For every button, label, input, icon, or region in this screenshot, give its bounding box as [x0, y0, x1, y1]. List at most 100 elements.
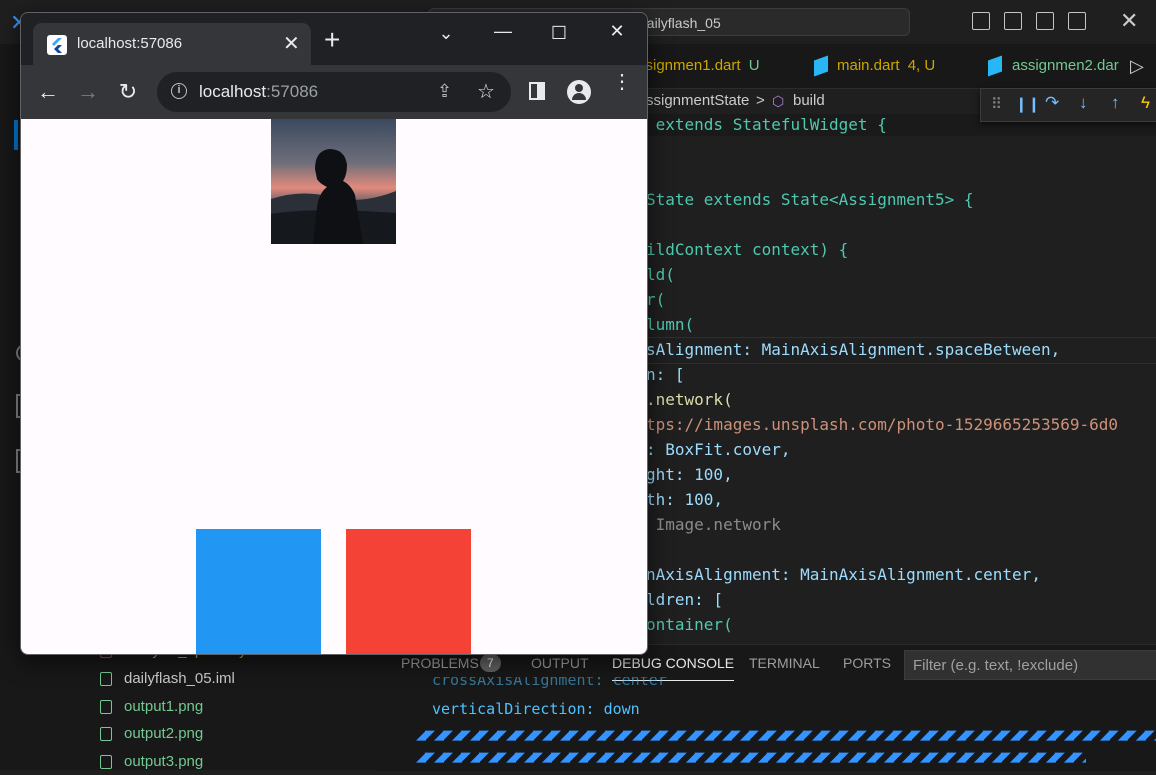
image-file-icon	[100, 755, 112, 770]
file-item-output1[interactable]: output1.png U	[100, 693, 396, 720]
browser-window: localhost:57086 ✕ + ⌄ — ☐ ✕ ← → ↻ i loca…	[20, 12, 648, 655]
editor-tab-main[interactable]: main.dart 4, U	[814, 44, 935, 88]
share-icon[interactable]: ⇪	[437, 81, 452, 102]
code-line: ildContext context) {	[646, 240, 849, 259]
dart-file-icon	[814, 55, 828, 77]
file-name: output2.png	[124, 725, 204, 742]
flutter-app-viewport	[21, 119, 647, 654]
overflow-stripe: ◢◤◢◤◢◤◢◤◢◤◢◤◢◤◢◤◢◤◢◤◢◤◢◤◢◤◢◤◢◤◢◤◢◤◢◤◢◤◢◤…	[416, 727, 1156, 741]
close-window-icon[interactable]: ✕	[597, 21, 637, 42]
tab-strip: localhost:57086 ✕ + ⌄ — ☐ ✕	[21, 13, 647, 65]
code-line: lumn(	[646, 315, 695, 334]
minimize-icon[interactable]: —	[483, 21, 523, 42]
code-editor[interactable]: extends StatefulWidget { State extends St…	[620, 114, 1156, 644]
silhouette-photo	[271, 119, 396, 244]
filter-placeholder: Filter (e.g. text, !exclude)	[913, 657, 1079, 674]
breadcrumb-method[interactable]: build	[793, 92, 825, 109]
code-line: ldren: [	[646, 590, 724, 609]
tab-label: main.dart	[837, 57, 900, 74]
bookmark-star-icon[interactable]: ☆	[477, 79, 495, 104]
side-panel-icon[interactable]	[529, 82, 545, 100]
step-into-icon[interactable]: ↓	[1079, 93, 1088, 113]
tab-label: ssignmen1.dart	[638, 57, 741, 74]
editor-tab-bar: ssignmen1.dart U main.dart 4, U assignme…	[620, 44, 1156, 89]
url-port: :57086	[266, 82, 319, 101]
url-host: localhost	[199, 82, 267, 101]
maximize-icon[interactable]: ☐	[539, 23, 579, 44]
tab-search-chevron-icon[interactable]: ⌄	[426, 23, 466, 44]
drag-handle-icon[interactable]: ⠿	[991, 95, 1002, 113]
kebab-menu-icon[interactable]: ⋮	[612, 72, 632, 92]
browser-toolbar: ← → ↻ i localhost:57086 ⇪ ☆ ⋮	[21, 65, 647, 119]
command-center-text: dailyflash_05	[639, 15, 721, 31]
code-line: th: 100,	[646, 490, 724, 509]
bottom-panel: PROBLEMS 7 OUTPUT DEBUG CONSOLE TERMINAL…	[376, 644, 1156, 771]
red-container	[346, 529, 471, 654]
breadcrumb-separator: >	[756, 92, 765, 109]
file-item-output2[interactable]: output2.png U	[100, 720, 396, 747]
code-line: .network(	[646, 390, 733, 409]
profile-avatar-icon[interactable]	[567, 80, 591, 104]
overflow-stripe: ◢◤◢◤◢◤◢◤◢◤◢◤◢◤◢◤◢◤◢◤◢◤◢◤◢◤◢◤◢◤◢◤◢◤◢◤◢◤◢◤…	[416, 749, 1086, 763]
blue-container	[196, 529, 321, 654]
panel-tab-problems[interactable]: PROBLEMS	[401, 655, 479, 671]
close-tab-icon[interactable]: ✕	[283, 23, 300, 65]
problems-count-badge: 7	[480, 654, 501, 672]
toggle-panel-icon[interactable]	[1004, 12, 1022, 30]
file-item-iml[interactable]: dailyflash_05.iml	[100, 665, 235, 692]
panel-tab-output[interactable]: OUTPUT	[531, 655, 589, 671]
code-line: nAxisAlignment: MainAxisAlignment.center…	[646, 565, 1041, 584]
panel-tab-ports[interactable]: PORTS	[843, 655, 891, 671]
code-line: extends StatefulWidget {	[646, 115, 887, 134]
network-image	[271, 119, 396, 244]
code-line: ght: 100,	[646, 465, 733, 484]
browser-tab-title: localhost:57086	[77, 35, 183, 52]
image-file-icon	[100, 727, 112, 742]
code-line: sAlignment: MainAxisAlignment.spaceBetwe…	[646, 340, 1061, 359]
toggle-primary-sidebar-icon[interactable]	[972, 12, 990, 30]
tab-badge: U	[748, 57, 760, 74]
step-over-icon[interactable]: ↷	[1045, 93, 1059, 113]
breadcrumb-class[interactable]: ssignmentState	[646, 92, 749, 109]
method-cube-icon: ⬡	[772, 93, 785, 109]
editor-tab-assignmen1[interactable]: ssignmen1.dart U	[638, 44, 760, 88]
dart-file-icon	[988, 55, 1002, 77]
address-bar[interactable]: i localhost:57086 ⇪ ☆	[157, 72, 511, 112]
editor-tab-assignmen2[interactable]: assignmen2.dar	[988, 44, 1119, 88]
tab-label: assignmen2.dar	[1012, 57, 1119, 74]
console-line: crossAxisAlignment: center	[432, 677, 667, 689]
customize-layout-icon[interactable]	[1068, 12, 1086, 30]
back-arrow-icon[interactable]: ←	[33, 79, 63, 105]
info-circle-icon[interactable]: i	[171, 83, 187, 99]
new-tab-icon[interactable]: +	[324, 26, 340, 54]
code-line: n: [	[646, 365, 685, 384]
browser-tab-active[interactable]: localhost:57086 ✕	[33, 23, 311, 65]
code-line: r(	[646, 290, 666, 309]
run-file-icon[interactable]: ▷	[1130, 56, 1144, 77]
file-item-output3[interactable]: output3.png U	[100, 748, 396, 775]
code-line: : BoxFit.cover,	[646, 440, 791, 459]
flutter-favicon-icon	[47, 35, 67, 55]
active-indicator	[14, 120, 18, 150]
code-line: Image.network	[646, 515, 781, 534]
iml-file-icon	[100, 672, 112, 687]
close-window-icon[interactable]: ✕	[1120, 8, 1138, 34]
pause-icon[interactable]: ❙❙	[1015, 95, 1040, 113]
image-file-icon	[100, 700, 112, 715]
reload-icon[interactable]: ↻	[113, 79, 143, 105]
file-name: output1.png	[124, 698, 204, 715]
code-line: ontainer(	[646, 615, 733, 634]
tab-badge: 4, U	[907, 57, 936, 74]
console-line: verticalDirection: down	[432, 700, 640, 718]
file-name: dailyflash_05.iml	[124, 670, 235, 687]
code-line: State extends State<Assignment5> {	[646, 190, 974, 209]
panel-tab-terminal[interactable]: TERMINAL	[749, 655, 820, 671]
hot-reload-icon[interactable]: ϟ	[1141, 93, 1150, 113]
debug-toolbar: ⠿ ❙❙ ↷ ↓ ↑ ϟ	[980, 88, 1156, 122]
console-filter-input[interactable]: Filter (e.g. text, !exclude)	[904, 650, 1156, 680]
toggle-secondary-sidebar-icon[interactable]	[1036, 12, 1054, 30]
forward-arrow-icon[interactable]: →	[73, 79, 103, 105]
code-line: tps://images.unsplash.com/photo-15296652…	[646, 415, 1119, 434]
url-text[interactable]: localhost:57086	[199, 72, 318, 112]
step-out-icon[interactable]: ↑	[1111, 93, 1120, 113]
